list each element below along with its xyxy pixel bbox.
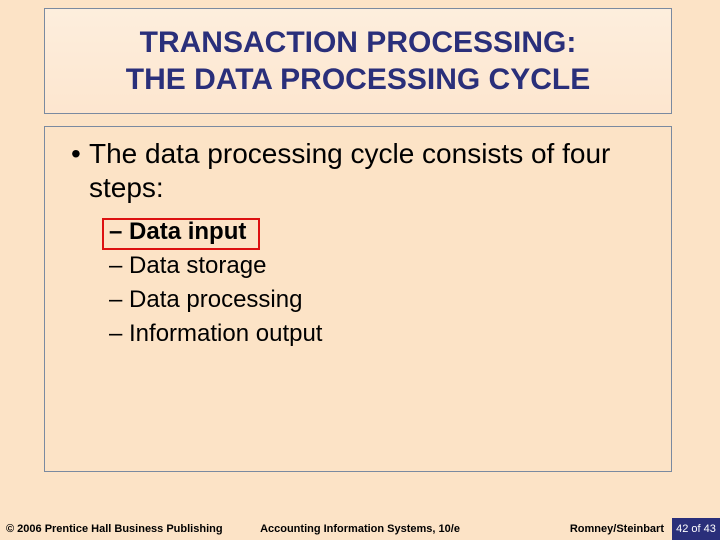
title-line-2: THE DATA PROCESSING CYCLE (126, 61, 590, 99)
step-data-storage: – Data storage (109, 249, 649, 283)
step-data-input: – Data input (109, 215, 649, 249)
slide-footer: © 2006 Prentice Hall Business Publishing… (0, 518, 720, 540)
bullet-text: The data processing cycle consists of fo… (89, 137, 649, 205)
bullet-item: • The data processing cycle consists of … (71, 137, 649, 205)
footer-page-badge: 42 of 43 (672, 518, 720, 540)
title-line-1: TRANSACTION PROCESSING: (140, 24, 577, 62)
step-information-output: – Information output (109, 317, 649, 351)
sublist: – Data input – Data storage – Data proce… (109, 215, 649, 351)
slide-title-box: TRANSACTION PROCESSING: THE DATA PROCESS… (44, 8, 672, 114)
slide-content-box: • The data processing cycle consists of … (44, 126, 672, 472)
footer-authors: Romney/Steinbart (570, 523, 664, 535)
step-data-processing: – Data processing (109, 283, 649, 317)
bullet-dot-icon: • (71, 137, 89, 171)
